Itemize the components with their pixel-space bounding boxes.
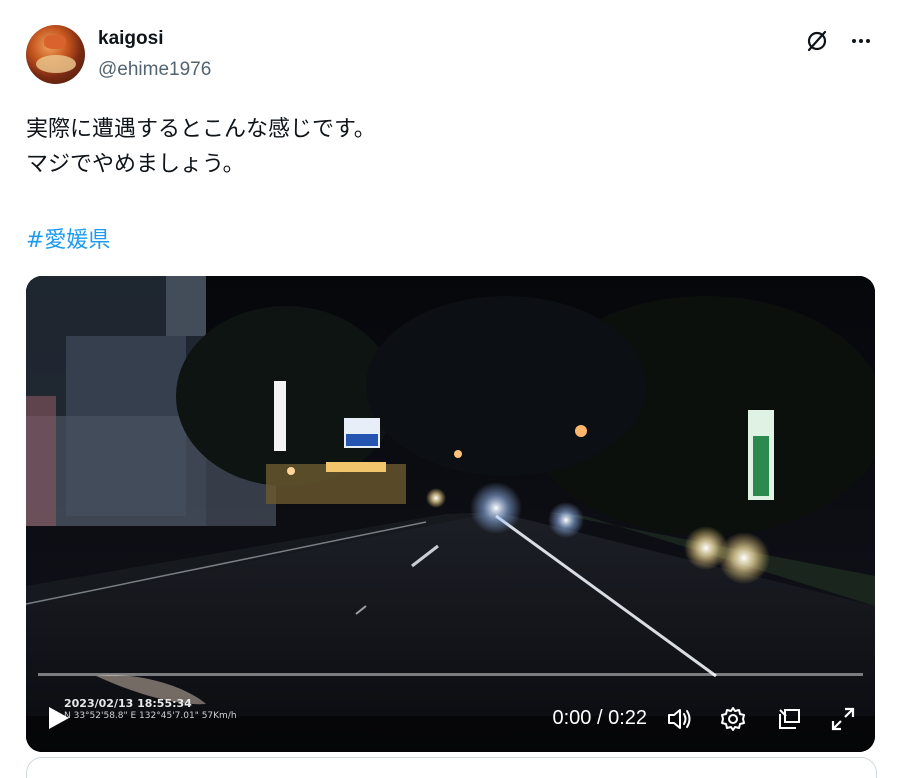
display-name[interactable]: kaigosi <box>98 28 163 50</box>
quoted-card-edge <box>26 757 877 778</box>
tweet-line-1: 実際に遭遇するとこんな感じです。 <box>26 117 376 142</box>
settings-icon[interactable] <box>718 704 748 734</box>
video-controls: 0:00 / 0:22 <box>26 696 875 746</box>
hashtag-link[interactable]: #愛媛県 <box>26 222 110 254</box>
video-player[interactable]: 2023/02/13 18:55:34 N 33°52'58.8" E 132°… <box>26 276 875 752</box>
grok-slash-icon[interactable] <box>804 28 830 54</box>
video-progress-bar[interactable] <box>38 673 863 676</box>
tweet-text: 実際に遭遇するとこんな感じです。 マジでやめましょう。 <box>26 112 376 182</box>
fullscreen-icon[interactable] <box>828 704 858 734</box>
pip-icon[interactable] <box>774 704 804 734</box>
tweet-line-2: マジでやめましょう。 <box>26 152 245 177</box>
header-actions <box>804 28 874 54</box>
play-icon[interactable] <box>44 704 72 732</box>
avatar[interactable] <box>26 25 85 84</box>
volume-icon[interactable] <box>665 704 695 734</box>
user-handle[interactable]: @ehime1976 <box>98 59 211 81</box>
video-frame <box>26 276 875 752</box>
more-options-icon[interactable] <box>848 28 874 54</box>
video-time: 0:00 / 0:22 <box>552 707 647 729</box>
